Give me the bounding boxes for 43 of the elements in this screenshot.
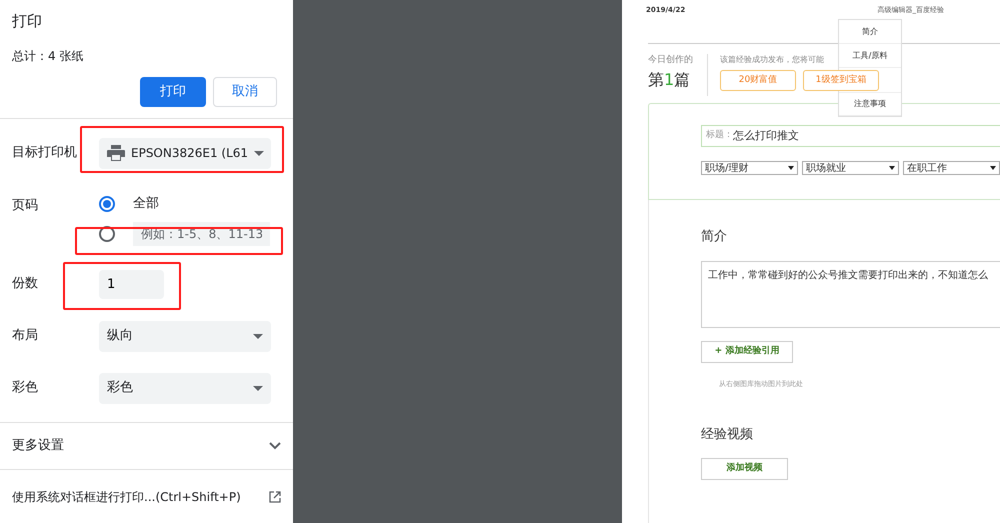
setting-label: 彩色	[11, 379, 39, 398]
dialog-title: 打印	[12, 11, 43, 32]
add-video-button[interactable]: 添加视频	[701, 458, 788, 480]
reward-badge: 20财富值	[720, 70, 796, 91]
reward-badge: 1级签到宝箱	[803, 70, 879, 91]
color-select[interactable]: 彩色	[99, 372, 271, 404]
radio-button[interactable]	[99, 196, 115, 212]
setting-label: 目标打印机	[11, 144, 78, 162]
copies-field[interactable]: 1	[99, 270, 164, 298]
title-field[interactable]: 标题：怎么打印推文	[701, 125, 1000, 147]
dropdown-caret-icon	[889, 166, 895, 170]
article-count: 第1篇	[648, 68, 692, 90]
section-heading: 简介	[701, 228, 727, 246]
setting-label: 份数	[11, 275, 39, 294]
dropdown-caret-icon	[253, 386, 263, 390]
menu-item[interactable]: 注意事项	[839, 92, 901, 116]
section-heading: 经验视频	[701, 426, 753, 444]
dropdown-caret-icon	[254, 150, 264, 156]
publish-note: 该篇经验成功发布，您将可能	[720, 54, 824, 66]
radio-button[interactable]	[99, 226, 115, 242]
menu-item[interactable]: 简介	[839, 20, 901, 44]
category-select[interactable]: 职场/理财	[701, 161, 798, 175]
setting-label: 布局	[11, 327, 39, 346]
dropdown-caret-icon	[253, 334, 263, 338]
today-label: 今日创作的	[648, 54, 693, 67]
add-reference-button[interactable]: + 添加经验引用	[701, 340, 793, 362]
print-button[interactable]: 打印	[140, 76, 206, 106]
external-link-icon	[269, 490, 281, 502]
cancel-button[interactable]: 取消	[213, 76, 277, 106]
sheet-count: 总计：4 张纸	[12, 48, 84, 64]
dropdown-caret-icon	[990, 166, 996, 170]
layout-select[interactable]: 纵向	[99, 320, 271, 352]
radio-label: 全部	[133, 195, 159, 214]
printer-icon	[107, 145, 125, 161]
category-select[interactable]: 在职工作	[903, 161, 1000, 175]
menu-item[interactable]: 工具/原料	[839, 44, 901, 68]
category-select[interactable]: 职场就业	[802, 161, 899, 175]
setting-label: 页码	[11, 197, 39, 215]
dropdown-caret-icon	[788, 166, 794, 170]
page-range-field[interactable]: 例如：1-5、8、11-13	[133, 222, 270, 246]
printer-select[interactable]: EPSON3826E1 (L61	[99, 138, 271, 168]
system-dialog-link[interactable]: 使用系统对话框进行打印...(Ctrl+Shift+P)	[12, 488, 241, 506]
intro-textarea[interactable]: 工作中，常常碰到好的公众号推文需要打印出来的，不知道怎么	[701, 260, 1000, 328]
